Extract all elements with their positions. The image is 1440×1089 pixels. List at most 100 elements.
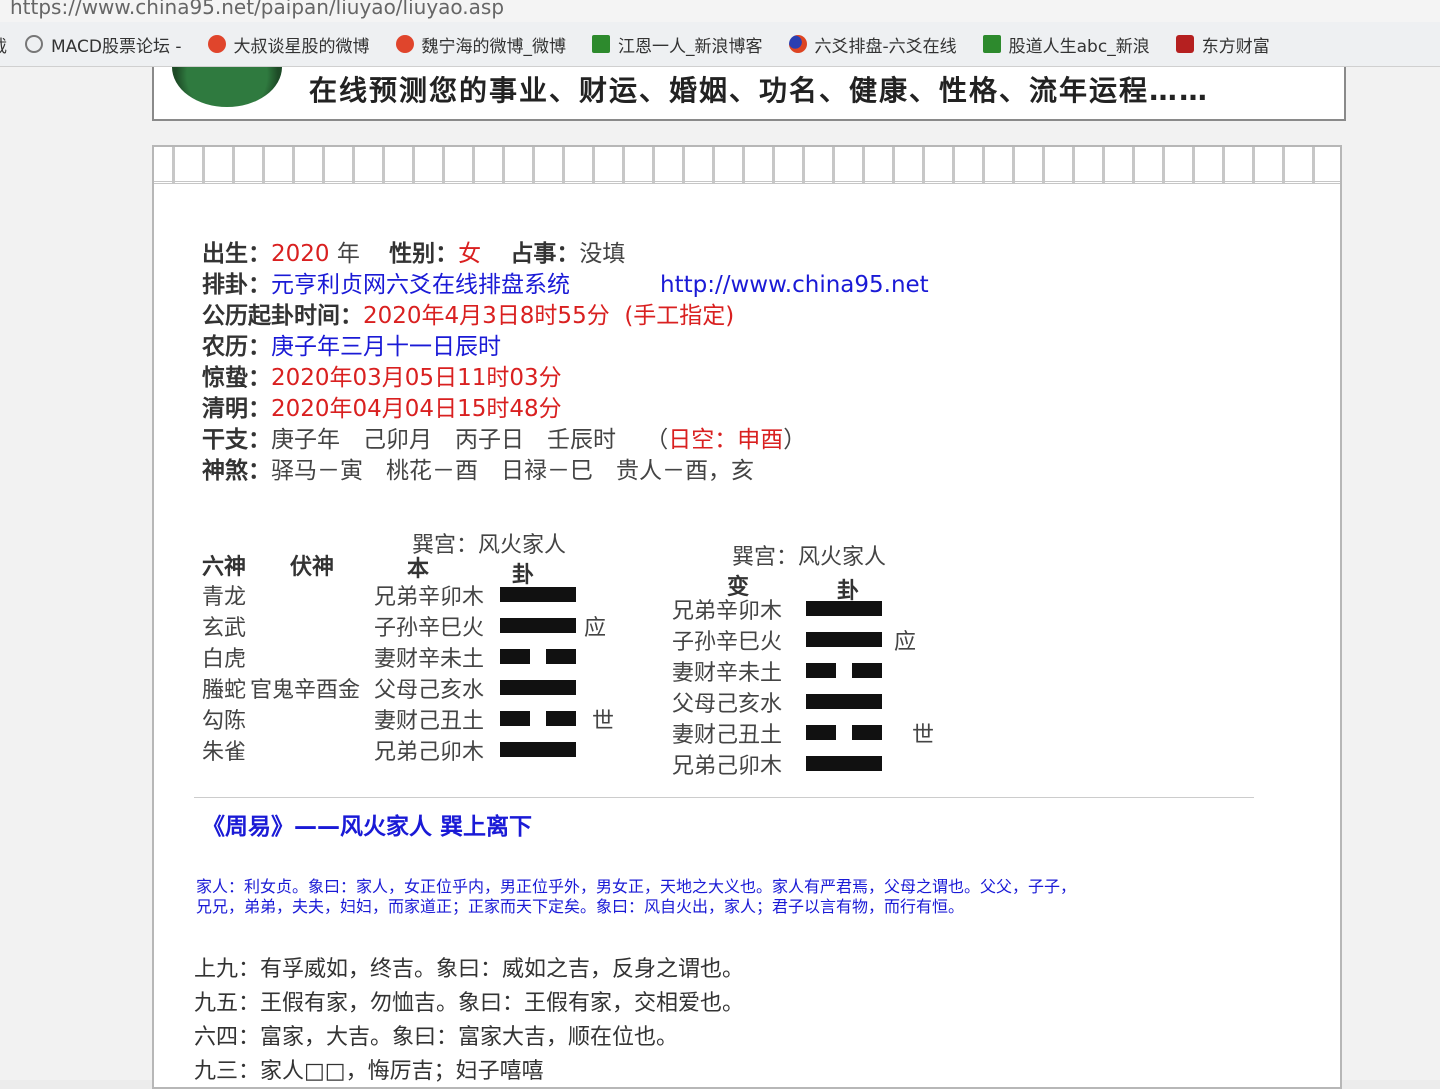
time-value: 2020年4月3日8时55分 [363, 303, 610, 329]
ben-line-yin [500, 649, 576, 664]
jingzhe-value: 2020年03月05日11时03分 [271, 365, 562, 391]
system-label: 排卦： [202, 272, 271, 298]
house-icon [982, 35, 1001, 53]
liushen-cell: 勾陈 [202, 709, 247, 734]
bookmark-label: 大叔谈星股的微博 [233, 36, 370, 57]
yao-line: 六四：富家，大吉。象曰：富家大吉，顺在位也。 [194, 1025, 679, 1050]
jingzhe-label: 惊蛰： [202, 365, 271, 391]
bian-line-label: 父母己亥水 [672, 692, 783, 717]
ben-line-label: 妻财辛未土 [374, 647, 485, 672]
eastmoney-icon [1175, 35, 1194, 53]
ben-gua-header: 卦 [512, 563, 535, 588]
zhouyi-title: 《周易》——风火家人 巽上离下 [202, 814, 533, 840]
fushen-cell: 官鬼辛酉金 [250, 678, 361, 703]
ben-line-yang [500, 680, 576, 695]
time-note: (手工指定) [624, 303, 735, 329]
ganzhi-value: 庚子年 己卯月 丙子日 壬辰时 [271, 427, 616, 453]
lunar-value: 庚子年三月十一日辰时 [271, 334, 501, 360]
ying-marker: 应 [584, 616, 607, 641]
liushen-cell: 朱雀 [202, 740, 247, 765]
bian-line-label: 兄弟辛卯木 [672, 599, 783, 624]
ganzhi-label: 干支： [202, 427, 271, 453]
bian-line-label: 兄弟己卯木 [672, 754, 783, 779]
bookmark-weininghai[interactable]: 魏宁海的微博_微博 [395, 32, 566, 57]
weibo-icon [395, 35, 414, 53]
ganzhi-row: 干支：庚子年 己卯月 丙子日 壬辰时 （日空：申酉） [202, 425, 806, 456]
jingzhe-row: 惊蛰：2020年03月05日11时03分 [202, 363, 806, 394]
bian-line-yang [806, 632, 882, 647]
kong-close: ） [783, 427, 807, 453]
time-label: 公历起卦时间： [202, 303, 363, 329]
bian-line-yang [806, 756, 882, 771]
judgment-line: 家人：利女贞。象曰：家人，女正位乎内，男正位乎外，男女正，天地之大义也。家人有严… [196, 877, 1077, 896]
yao-line: 九五：王假有家，勿恤吉。象曰：王假有家，交相爱也。 [194, 991, 745, 1016]
bookmark-jiangen[interactable]: 江恩一人_新浪博客 [592, 32, 763, 57]
ben-line-label: 兄弟己卯木 [374, 740, 485, 765]
system-row: 排卦：元亨利贞网六爻在线排盘系统 http://www.china95.net [202, 270, 929, 301]
birth-label: 出生： [202, 241, 271, 267]
shensha-label: 神煞： [202, 458, 271, 484]
bookmark-macd[interactable]: MACD股票论坛 - [25, 32, 182, 57]
page: 在线预测您的事业、财运、婚姻、功名、健康、性格、流年运程…… 出生：2020 年… [0, 67, 1440, 1089]
qingming-row: 清明：2020年04月04日15时48分 [202, 394, 806, 425]
liushen-cell: 青龙 [202, 585, 247, 610]
gender-label: 性别： [389, 241, 459, 267]
bookmarks-bar: 载 MACD股票论坛 - 大叔谈星股的微博 魏宁海的微博_微博 江恩一人_新浪博… [0, 22, 1440, 67]
bookmark-liuyao[interactable]: 六爻排盘-六爻在线 [788, 32, 957, 57]
ben-line-label: 子孙辛巳火 [374, 616, 485, 641]
shi-marker: 世 [592, 709, 615, 734]
bookmark-gudao[interactable]: 股道人生abc_新浪 [982, 32, 1150, 57]
bookmark-label: MACD股票论坛 - [51, 36, 182, 57]
divider [194, 797, 1254, 798]
qingming-label: 清明： [202, 396, 271, 422]
qingming-value: 2020年04月04日15时48分 [271, 396, 562, 422]
time-row: 公历起卦时间：2020年4月3日8时55分 (手工指定) [202, 301, 806, 332]
ying-marker: 应 [894, 630, 917, 655]
birth-year: 2020 [271, 241, 330, 267]
bian-line-yang [806, 601, 882, 616]
matter-label: 占事： [510, 241, 580, 267]
yao-texts: 上九：有孚威如，终吉。象曰：威如之吉，反身之谓也。 九五：王假有家，勿恤吉。象曰… [194, 953, 744, 1089]
house-icon [592, 35, 610, 53]
result-panel: 出生：2020 年 性别：女 占事：没填 排卦：元亨利贞网六爻在线排盘系统 ht… [152, 145, 1342, 1089]
site-link[interactable]: http://www.china95.net [660, 270, 929, 301]
decorative-border [154, 147, 1340, 184]
shensha-row: 神煞：驿马－寅 桃花－酉 日禄－巳 贵人－酉，亥 [202, 456, 806, 487]
year-unit: 年 [336, 241, 360, 267]
bookmark-dashu[interactable]: 大叔谈星股的微博 [207, 32, 370, 57]
bookmark-label: 江恩一人_新浪博客 [618, 36, 763, 57]
divination-info: 出生：2020 年 性别：女 占事：没填 排卦：元亨利贞网六爻在线排盘系统 ht… [202, 239, 929, 487]
lunar-row: 农历：庚子年三月十一日辰时 [202, 332, 806, 363]
fushen-header: 伏神 [290, 555, 335, 580]
bian-line-label: 子孙辛巳火 [672, 630, 783, 655]
ben-palace: 巽宫：风火家人 [412, 533, 567, 558]
matter-value: 没填 [579, 241, 626, 267]
bookmark-label: 六爻排盘-六爻在线 [814, 36, 957, 57]
site-banner: 在线预测您的事业、财运、婚姻、功名、健康、性格、流年运程…… [152, 67, 1346, 121]
bookmark-eastmoney[interactable]: 东方财富 [1175, 32, 1270, 57]
ben-line-yang [500, 587, 576, 602]
address-bar[interactable]: https://www.china95.net/paipan/liuyao/li… [0, 0, 1440, 22]
yao-line: 九三：家人□□，悔厉吉；妇子嘻嘻 [194, 1059, 544, 1084]
shi-marker: 世 [912, 723, 935, 748]
liushen-cell: 螣蛇 [202, 678, 247, 703]
bian-line-yin [806, 725, 882, 740]
bookmark-label: 股道人生abc_新浪 [1008, 36, 1150, 57]
kong-value: 日空：申酉 [668, 427, 784, 453]
bookmark-0[interactable]: 载 [0, 32, 7, 57]
ben-line-yin [500, 711, 576, 726]
bian-line-label: 妻财己丑土 [672, 723, 783, 748]
yinyang-icon [788, 35, 807, 53]
bookmark-label: 载 [0, 32, 7, 57]
site-logo [172, 67, 282, 107]
system-value: 元亨利贞网六爻在线排盘系统 [271, 272, 570, 298]
ben-line-label: 妻财己丑土 [374, 709, 485, 734]
shensha-value: 驿马－寅 桃花－酉 日禄－巳 贵人－酉，亥 [271, 458, 754, 484]
liushen-cell: 玄武 [202, 616, 247, 641]
liushen-cell: 白虎 [202, 647, 247, 672]
bookmark-label: 东方财富 [1201, 36, 1270, 57]
liushen-header: 六神 [202, 555, 247, 580]
hexagram-table: 巽宫：风火家人 巽宫：风火家人 六神 伏神 本 卦 变 卦 青龙 兄弟辛卯木 兄弟辛… [202, 527, 1302, 807]
kong-open: （ [645, 427, 669, 453]
banner-text: 在线预测您的事业、财运、婚姻、功名、健康、性格、流年运程…… [309, 74, 1210, 107]
